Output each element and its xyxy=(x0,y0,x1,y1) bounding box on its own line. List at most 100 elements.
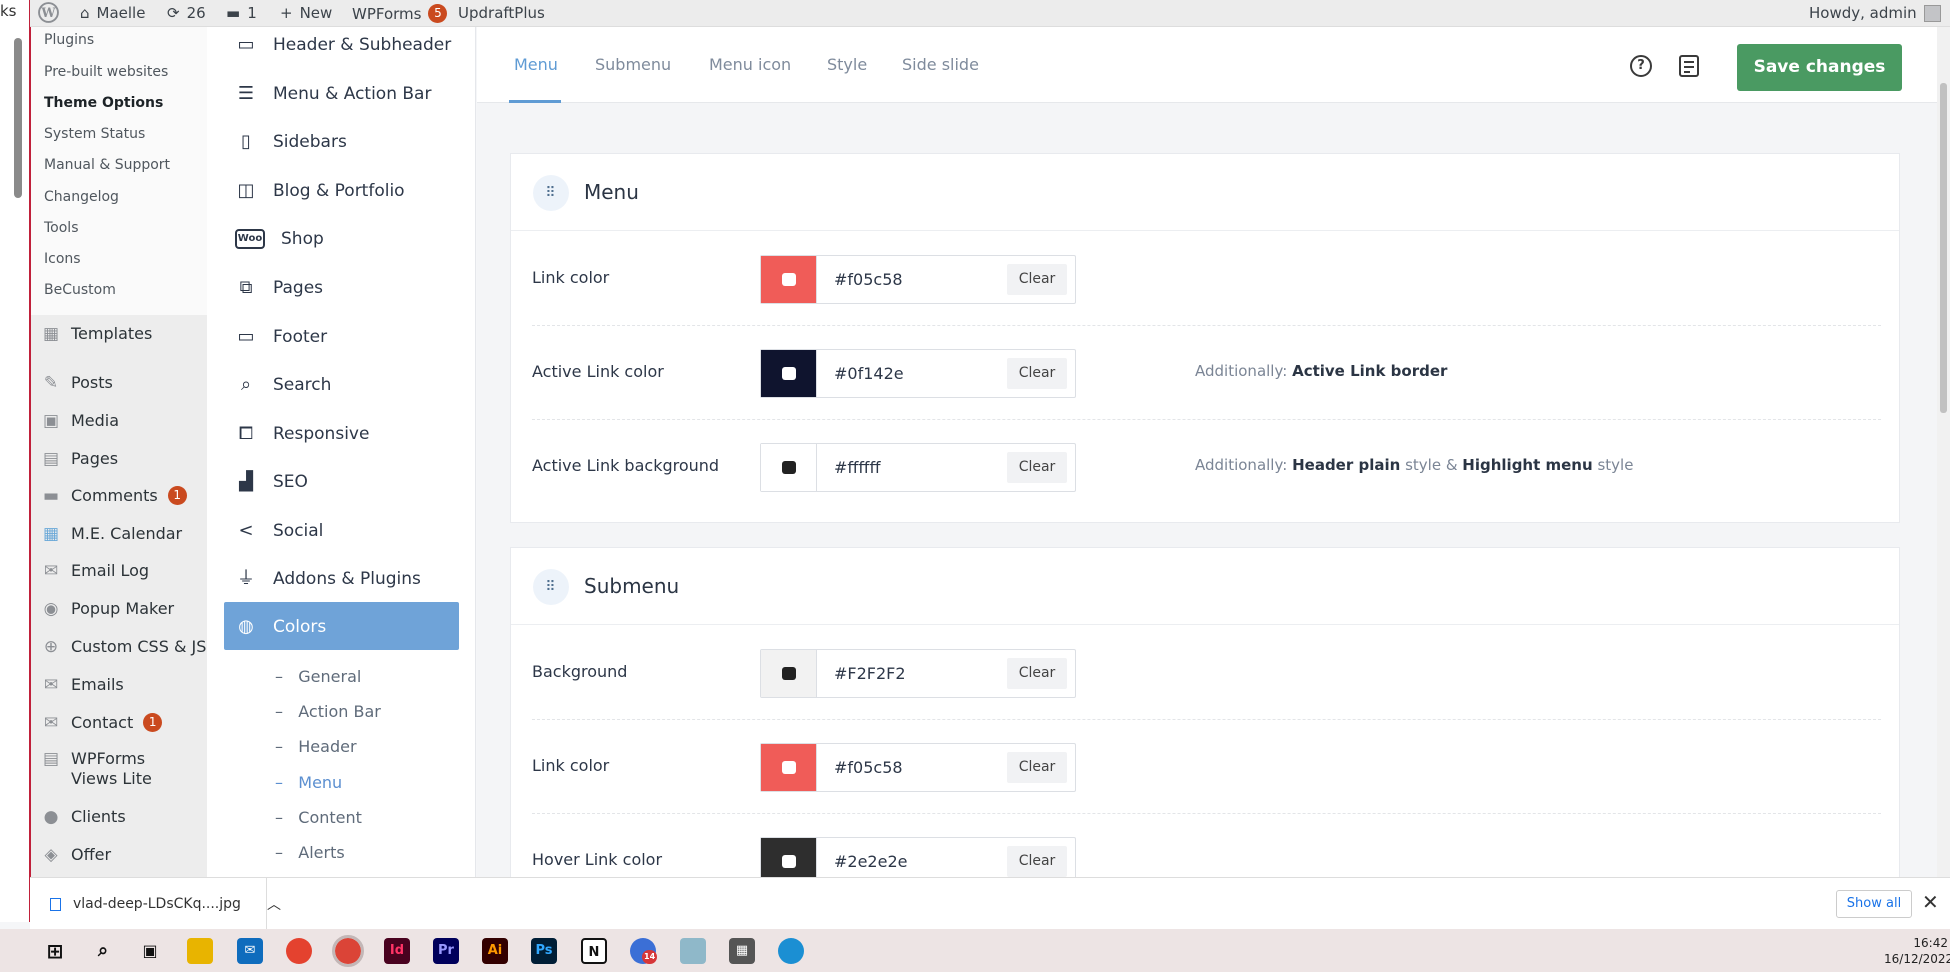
help-icon[interactable]: ? xyxy=(1630,55,1652,77)
chevron-up-icon[interactable]: ︿ xyxy=(267,894,281,914)
menu-item-pages[interactable]: ▤ Pages xyxy=(41,449,118,469)
color-picker[interactable]: #ffffff Clear xyxy=(760,443,1076,492)
notes-icon[interactable] xyxy=(1679,55,1699,77)
tab-menu-icon[interactable]: Menu icon xyxy=(709,55,791,74)
nav-addons-plugins[interactable]: ⏚ Addons & Plugins xyxy=(235,568,421,590)
site-name-link[interactable]: ⌂ Maelle xyxy=(80,4,145,22)
updraftplus-link[interactable]: UpdraftPlus xyxy=(458,4,545,22)
submenu-item-becustom[interactable]: BeCustom xyxy=(44,282,116,298)
nav-search[interactable]: ⌕ Search xyxy=(235,374,331,396)
tab-side-slide[interactable]: Side slide xyxy=(902,55,979,74)
submenu-item-prebuilt[interactable]: Pre-built websites xyxy=(44,64,168,80)
updates-link[interactable]: ⟳ 26 xyxy=(167,4,206,22)
system-clock[interactable]: 16:42 16/12/2022 xyxy=(1884,935,1950,967)
nav-colors[interactable]: ◍ Colors xyxy=(235,616,326,638)
clear-button[interactable]: Clear xyxy=(1007,846,1067,877)
color-swatch[interactable] xyxy=(761,350,817,397)
menu-item-emails[interactable]: ✉ Emails xyxy=(41,675,124,695)
additional-link[interactable]: Header plain xyxy=(1292,456,1400,474)
hex-value[interactable]: #2e2e2e xyxy=(834,852,907,871)
color-swatch[interactable] xyxy=(761,744,817,791)
show-all-button[interactable]: Show all xyxy=(1836,890,1912,918)
nav-sidebars[interactable]: ▯ Sidebars xyxy=(235,131,347,153)
hex-value[interactable]: #f05c58 xyxy=(834,758,903,777)
menu-item-contact[interactable]: ✉ Contact 1 xyxy=(41,713,163,733)
menu-item-media[interactable]: ▣ Media xyxy=(41,411,119,431)
nav-social[interactable]: < Social xyxy=(235,520,323,542)
colors-sub-action-bar[interactable]: – Action Bar xyxy=(275,702,381,721)
menu-item-popup-maker[interactable]: ◉ Popup Maker xyxy=(41,599,175,619)
submenu-item-manual[interactable]: Manual & Support xyxy=(44,157,170,173)
menu-item-calendar[interactable]: ▦ M.E. Calendar xyxy=(41,524,182,544)
clear-button[interactable]: Clear xyxy=(1007,752,1067,783)
page-scrollbar[interactable] xyxy=(1937,27,1950,877)
account-menu[interactable]: Howdy, admin xyxy=(1809,4,1941,22)
colors-sub-header[interactable]: – Header xyxy=(275,737,357,756)
hex-value[interactable]: #ffffff xyxy=(834,458,880,477)
drag-handle-icon[interactable]: ⠿ xyxy=(533,569,569,605)
nav-menu-action-bar[interactable]: ☰ Menu & Action Bar xyxy=(235,83,432,105)
windows-start-icon[interactable]: ⊞ xyxy=(42,938,68,964)
indesign-icon[interactable]: Id xyxy=(384,938,410,964)
hex-value[interactable]: #0f142e xyxy=(834,364,904,383)
color-picker[interactable]: #f05c58 Clear xyxy=(760,255,1076,304)
premiere-icon[interactable]: Pr xyxy=(433,938,459,964)
colors-sub-alerts[interactable]: – Alerts xyxy=(275,843,345,862)
wordpress-logo-icon[interactable]: W xyxy=(38,2,59,23)
submenu-item-plugins[interactable]: Plugins xyxy=(44,32,94,48)
hex-value[interactable]: #F2F2F2 xyxy=(834,664,906,683)
chrome-profile-icon[interactable] xyxy=(332,935,364,967)
wpforms-link[interactable]: WPForms 5 xyxy=(352,4,448,23)
chrome-icon[interactable] xyxy=(286,938,312,964)
tab-menu[interactable]: Menu xyxy=(514,55,558,74)
search-icon[interactable]: ⌕ xyxy=(90,938,116,964)
nav-seo[interactable]: ▟ SEO xyxy=(235,471,308,493)
mail-app-icon[interactable]: 14 xyxy=(630,938,658,964)
color-picker[interactable]: #0f142e Clear xyxy=(760,349,1076,398)
additional-link[interactable]: Highlight menu xyxy=(1462,456,1592,474)
nav-footer[interactable]: ▭ Footer xyxy=(235,326,327,348)
calculator-icon[interactable]: ▦ xyxy=(729,938,755,964)
menu-item-wpforms-views[interactable]: ▤ WPForms Views Lite xyxy=(41,749,191,789)
close-icon[interactable]: ✕ xyxy=(1922,890,1939,914)
submenu-item-icons[interactable]: Icons xyxy=(44,251,81,267)
nav-header-subheader[interactable]: ▭ Header & Subheader xyxy=(235,34,451,56)
color-swatch[interactable] xyxy=(761,650,817,697)
notes-app-icon[interactable] xyxy=(680,938,706,964)
menu-item-custom-css[interactable]: ⊕ Custom CSS & JS xyxy=(41,637,207,657)
nav-shop[interactable]: Woo Shop xyxy=(235,229,324,249)
task-view-icon[interactable]: ▣ xyxy=(137,938,163,964)
colors-sub-menu[interactable]: – Menu xyxy=(275,773,342,792)
submenu-item-changelog[interactable]: Changelog xyxy=(44,189,119,205)
clear-button[interactable]: Clear xyxy=(1007,658,1067,689)
save-changes-button[interactable]: Save changes xyxy=(1737,44,1902,91)
submenu-item-theme-options[interactable]: Theme Options xyxy=(44,95,163,111)
file-explorer-icon[interactable] xyxy=(187,938,213,964)
clear-button[interactable]: Clear xyxy=(1007,264,1067,295)
scrollbar-thumb[interactable] xyxy=(1940,83,1947,413)
colors-sub-general[interactable]: – General xyxy=(275,667,361,686)
comments-link[interactable]: ▬ 1 xyxy=(226,4,257,22)
new-content-link[interactable]: + New xyxy=(280,4,332,22)
color-swatch[interactable] xyxy=(761,256,817,303)
colors-sub-content[interactable]: – Content xyxy=(275,808,362,827)
submenu-item-tools[interactable]: Tools xyxy=(44,220,79,236)
color-swatch[interactable] xyxy=(761,444,817,491)
submenu-item-system-status[interactable]: System Status xyxy=(44,126,145,142)
clear-button[interactable]: Clear xyxy=(1007,452,1067,483)
additional-link[interactable]: Active Link border xyxy=(1292,362,1447,380)
nav-pages[interactable]: ⧉ Pages xyxy=(235,277,323,299)
menu-item-offer[interactable]: ◈ Offer xyxy=(41,845,111,865)
notion-icon[interactable]: N xyxy=(581,938,607,964)
edge-icon[interactable] xyxy=(778,938,804,964)
illustrator-icon[interactable]: Ai xyxy=(482,938,508,964)
color-picker[interactable]: #F2F2F2 Clear xyxy=(760,649,1076,698)
clear-button[interactable]: Clear xyxy=(1007,358,1067,389)
menu-item-email-log[interactable]: ✉ Email Log xyxy=(41,561,149,581)
hex-value[interactable]: #f05c58 xyxy=(834,270,903,289)
menu-item-clients[interactable]: ● Clients xyxy=(41,807,126,827)
tab-submenu[interactable]: Submenu xyxy=(595,55,671,74)
drag-handle-icon[interactable]: ⠿ xyxy=(533,175,569,211)
download-item[interactable]: vlad-deep-LDsCKq....jpg ︿ xyxy=(50,894,281,914)
nav-blog-portfolio[interactable]: ◫ Blog & Portfolio xyxy=(235,180,404,202)
